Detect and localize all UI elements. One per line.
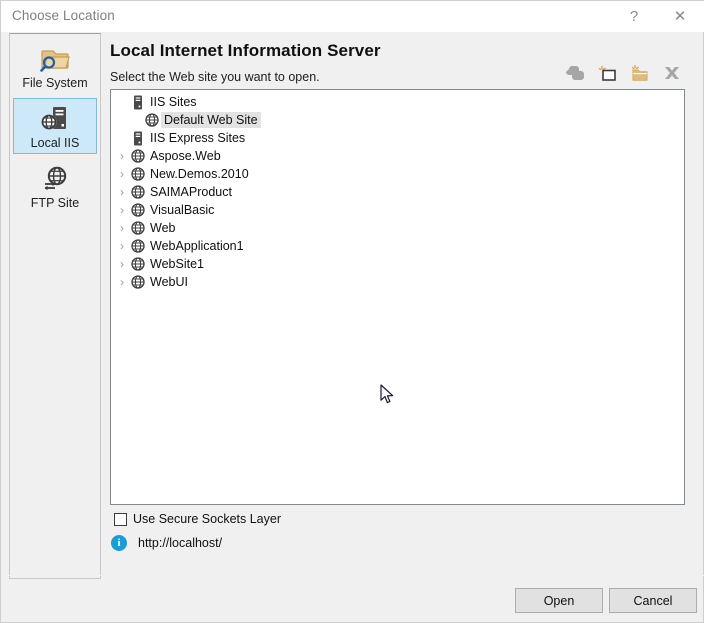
sidebar-item-ftp-site[interactable]: FTP Site	[13, 158, 97, 214]
chevron-right-icon[interactable]: ›	[115, 168, 129, 180]
new-application-icon	[598, 66, 616, 81]
selected-url-row: i http://localhost/	[111, 535, 222, 551]
info-icon: i	[111, 535, 127, 551]
delete-x-icon	[665, 67, 679, 79]
server-icon	[129, 131, 147, 146]
server-globe-icon	[38, 102, 72, 136]
choose-location-dialog: Choose Location ? ✕ File System Local II…	[0, 0, 704, 623]
footer-divider	[1, 575, 704, 576]
tree-row-label: WebUI	[150, 275, 188, 289]
close-icon: ✕	[673, 8, 687, 25]
chevron-right-icon[interactable]: ›	[115, 222, 129, 234]
page-subtitle: Select the Web site you want to open.	[110, 70, 320, 84]
tree-row-label: Default Web Site	[161, 112, 261, 128]
copy-icon	[566, 66, 584, 80]
tree-row-label: WebApplication1	[150, 239, 244, 253]
chevron-right-icon[interactable]: ›	[115, 186, 129, 198]
tree-toolbar	[565, 62, 683, 84]
tree-row-label: New.Demos.2010	[150, 167, 249, 181]
new-folder-icon	[631, 65, 648, 81]
question-mark-icon: ?	[629, 8, 639, 25]
cancel-button[interactable]: Cancel	[609, 588, 697, 613]
tree-row-label: IIS Sites	[150, 95, 197, 109]
tree-row-label: WebSite1	[150, 257, 204, 271]
sidebar-item-file-system[interactable]: File System	[13, 38, 97, 94]
new-web-application-button[interactable]	[597, 62, 619, 84]
tree-row-label: SAIMAProduct	[150, 185, 232, 199]
copy-web-site-button[interactable]	[565, 62, 587, 84]
globe-icon	[129, 221, 147, 235]
tree-row-label: IIS Express Sites	[150, 131, 246, 145]
sidebar-item-file-system-label: File System	[22, 76, 88, 90]
tree-row[interactable]: › Aspose.Web	[111, 147, 684, 165]
sidebar-item-ftp-site-label: FTP Site	[30, 196, 80, 210]
tree-row[interactable]: › VisualBasic	[111, 201, 684, 219]
tree-row[interactable]: › WebSite1	[111, 255, 684, 273]
globe-icon	[143, 113, 161, 127]
window-title: Choose Location	[12, 8, 115, 23]
globe-icon	[129, 149, 147, 163]
create-new-virtual-directory-button[interactable]	[629, 62, 651, 84]
open-button[interactable]: Open	[515, 588, 603, 613]
chevron-right-icon[interactable]: ›	[115, 204, 129, 216]
tree-row[interactable]: › SAIMAProduct	[111, 183, 684, 201]
chevron-right-icon[interactable]: ›	[115, 240, 129, 252]
sidebar-item-local-iis-label: Local IIS	[30, 136, 80, 150]
use-ssl-label: Use Secure Sockets Layer	[133, 512, 281, 526]
use-ssl-checkbox-row[interactable]: Use Secure Sockets Layer	[114, 512, 281, 526]
globe-transfer-icon	[38, 162, 72, 196]
page-title: Local Internet Information Server	[110, 41, 381, 60]
use-ssl-checkbox[interactable]	[114, 512, 127, 526]
tree-row[interactable]: › WebUI	[111, 273, 684, 291]
globe-icon	[129, 167, 147, 181]
delete-button[interactable]	[661, 62, 683, 84]
globe-icon	[129, 275, 147, 289]
tree-row[interactable]: ›IIS Express Sites	[111, 129, 684, 147]
location-type-sidebar: File System Local IIS FTP Site	[9, 33, 101, 579]
globe-icon	[129, 203, 147, 217]
tree-row[interactable]: ›Default Web Site	[111, 111, 684, 129]
chevron-right-icon[interactable]: ›	[115, 276, 129, 288]
tree-row[interactable]: › WebApplication1	[111, 237, 684, 255]
tree-row-label: Aspose.Web	[150, 149, 221, 163]
web-site-tree-list: ›IIS Sites›Default Web Site›IIS Express …	[111, 90, 684, 291]
folder-search-icon	[38, 42, 72, 76]
help-button[interactable]: ?	[611, 1, 657, 32]
server-icon	[129, 95, 147, 110]
globe-icon	[129, 239, 147, 253]
sidebar-item-local-iis[interactable]: Local IIS	[13, 98, 97, 154]
close-button[interactable]: ✕	[657, 1, 703, 32]
tree-row-label: Web	[150, 221, 176, 235]
tree-row[interactable]: › New.Demos.2010	[111, 165, 684, 183]
tree-row[interactable]: › Web	[111, 219, 684, 237]
tree-row[interactable]: ›IIS Sites	[111, 93, 684, 111]
selected-url-text: http://localhost/	[138, 536, 223, 550]
globe-icon	[129, 257, 147, 271]
globe-icon	[129, 185, 147, 199]
chevron-right-icon[interactable]: ›	[115, 258, 129, 270]
web-site-tree-panel[interactable]: ›IIS Sites›Default Web Site›IIS Express …	[110, 89, 685, 505]
title-bar: Choose Location ? ✕	[1, 1, 704, 32]
tree-row-label: VisualBasic	[150, 203, 215, 217]
chevron-right-icon[interactable]: ›	[115, 150, 129, 162]
